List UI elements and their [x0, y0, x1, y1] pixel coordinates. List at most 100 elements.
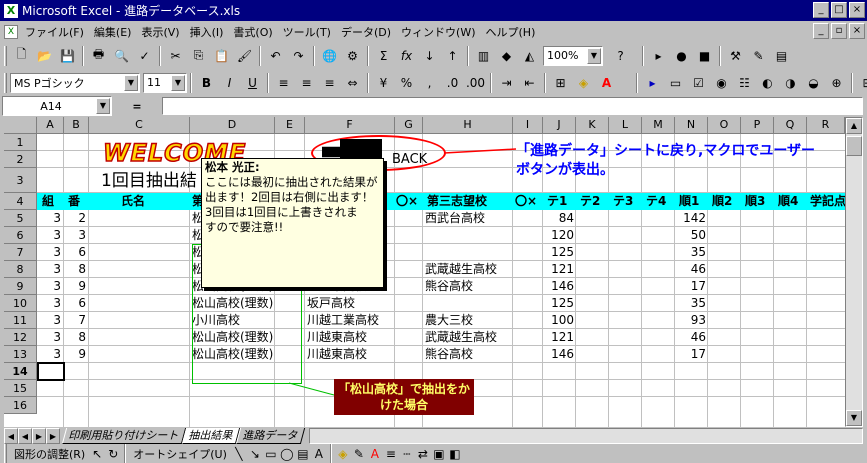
table-cell[interactable]: 武蔵越生高校	[423, 261, 513, 278]
minimize-button[interactable]: _	[813, 2, 829, 18]
function-icon[interactable]: fx	[395, 45, 418, 67]
chevron-down-icon[interactable]: ▼	[171, 74, 185, 91]
col-header[interactable]: K	[576, 117, 609, 134]
table-cell[interactable]: 125	[543, 295, 576, 312]
grid-icon[interactable]: ⊟	[856, 72, 867, 94]
table-cell[interactable]: 3	[37, 295, 63, 312]
bold-icon[interactable]: B	[195, 72, 218, 94]
col-header[interactable]: J	[543, 117, 576, 134]
row-header[interactable]: 3	[4, 168, 37, 193]
italic-icon[interactable]: I	[218, 72, 241, 94]
percent-icon[interactable]: %	[395, 72, 418, 94]
table-cell[interactable]: 35	[675, 295, 708, 312]
row-header[interactable]: 14	[4, 363, 37, 380]
table-cell[interactable]: 100	[543, 312, 576, 329]
row-header[interactable]: 7	[4, 244, 37, 261]
redo-icon[interactable]: ↷	[287, 45, 310, 67]
col-header[interactable]: Q	[774, 117, 807, 134]
col-header[interactable]: I	[513, 117, 543, 134]
chevron-down-icon[interactable]: ▼	[124, 74, 138, 91]
last-sheet-icon[interactable]: ▶	[46, 428, 60, 444]
col-header[interactable]: H	[423, 117, 513, 134]
font-size-select[interactable]: 11 ▼	[143, 72, 187, 93]
combo-icon[interactable]: ◐	[756, 72, 779, 94]
row-header[interactable]: 8	[4, 261, 37, 278]
menu-window[interactable]: ウィンドウ(W)	[396, 24, 480, 40]
table-cell[interactable]: 川越東高校	[305, 346, 405, 363]
map-icon[interactable]: ◆	[495, 45, 518, 67]
option-icon[interactable]: ◉	[710, 72, 733, 94]
table-cell[interactable]	[90, 227, 189, 244]
table-cell[interactable]	[90, 261, 189, 278]
table-cell[interactable]: 142	[675, 210, 708, 227]
worksheet-grid[interactable]: A B C D E F G H I J K L M N O P Q R 1 2 …	[4, 117, 845, 427]
row-header[interactable]: 6	[4, 227, 37, 244]
col-header[interactable]: B	[64, 117, 89, 134]
col-header[interactable]: R	[807, 117, 845, 134]
font-color-icon[interactable]: A	[367, 446, 383, 462]
scroll-up-icon[interactable]: ▲	[846, 118, 862, 134]
open-icon[interactable]: 📂	[33, 45, 56, 67]
cut-icon[interactable]: ✂	[164, 45, 187, 67]
col-header[interactable]: D	[190, 117, 275, 134]
currency-icon[interactable]: ¥	[372, 72, 395, 94]
chevron-down-icon[interactable]: ▼	[96, 98, 110, 114]
copy-icon[interactable]: ⎘	[187, 45, 210, 67]
table-cell[interactable]: 6	[63, 295, 88, 312]
table-cell[interactable]: 3	[37, 227, 63, 244]
format-painter-icon[interactable]: 🖌	[233, 45, 256, 67]
fill-color-icon[interactable]: ◈	[335, 446, 351, 462]
row-header[interactable]: 1	[4, 134, 37, 151]
properties-icon[interactable]: ⊕	[825, 72, 848, 94]
table-cell[interactable]	[90, 244, 189, 261]
record-macro-icon[interactable]: ●	[670, 45, 693, 67]
rotate-icon[interactable]: ↻	[105, 446, 121, 462]
row-header[interactable]: 13	[4, 346, 37, 363]
first-sheet-icon[interactable]: ◀	[4, 428, 18, 444]
name-box[interactable]: A14 ▼	[2, 96, 112, 116]
col-header[interactable]: N	[675, 117, 708, 134]
table-cell[interactable]: 84	[543, 210, 576, 227]
align-left-icon[interactable]: ≡	[272, 72, 295, 94]
table-cell[interactable]: 146	[543, 346, 576, 363]
select-all-corner[interactable]	[4, 117, 37, 134]
table-cell[interactable]	[90, 210, 189, 227]
active-cell[interactable]	[37, 362, 65, 381]
col-header[interactable]: E	[275, 117, 305, 134]
prev-sheet-icon[interactable]: ◀	[18, 428, 32, 444]
excel-icon[interactable]: X	[4, 3, 18, 18]
undo-icon[interactable]: ↶	[264, 45, 287, 67]
sheet-tab-active[interactable]: 抽出結果	[181, 428, 241, 444]
chart-wizard-icon[interactable]: ▥	[472, 45, 495, 67]
menu-view[interactable]: 表示(V)	[136, 24, 184, 40]
save-icon[interactable]: 💾	[56, 45, 79, 67]
table-cell[interactable]: 3	[37, 278, 63, 295]
col-header[interactable]: L	[609, 117, 642, 134]
row-header[interactable]: 10	[4, 295, 37, 312]
table-cell[interactable]: 17	[675, 278, 708, 295]
col-header[interactable]: C	[89, 117, 190, 134]
table-cell[interactable]: 7	[63, 312, 88, 329]
preview-icon[interactable]: 🔍	[110, 45, 133, 67]
menu-edit[interactable]: 編集(E)	[89, 24, 137, 40]
web-icon[interactable]: ⚙	[341, 45, 364, 67]
table-cell[interactable]: 121	[543, 261, 576, 278]
zoom-select[interactable]: 100% ▼	[543, 45, 603, 66]
table-cell[interactable]: 6	[63, 244, 88, 261]
table-cell[interactable]: 121	[543, 329, 576, 346]
col-header[interactable]: M	[642, 117, 675, 134]
table-cell[interactable]: 3	[37, 346, 63, 363]
increase-decimal-icon[interactable]: .0	[441, 72, 464, 94]
table-cell[interactable]	[90, 346, 189, 363]
table-cell[interactable]: 35	[675, 244, 708, 261]
workbook-icon[interactable]: X	[4, 24, 18, 39]
table-cell[interactable]	[423, 295, 513, 312]
print-icon[interactable]: 🖶	[87, 45, 110, 67]
scroll-icon[interactable]: ◒	[802, 72, 825, 94]
paste-icon[interactable]: 📋	[210, 45, 233, 67]
col-header[interactable]: O	[708, 117, 741, 134]
align-right-icon[interactable]: ≡	[318, 72, 341, 94]
adjust-menu[interactable]: 図形の調整(R)	[10, 446, 89, 462]
menu-format[interactable]: 書式(O)	[228, 24, 277, 40]
sheet-tab[interactable]: 印刷用貼り付けシート	[61, 428, 187, 444]
